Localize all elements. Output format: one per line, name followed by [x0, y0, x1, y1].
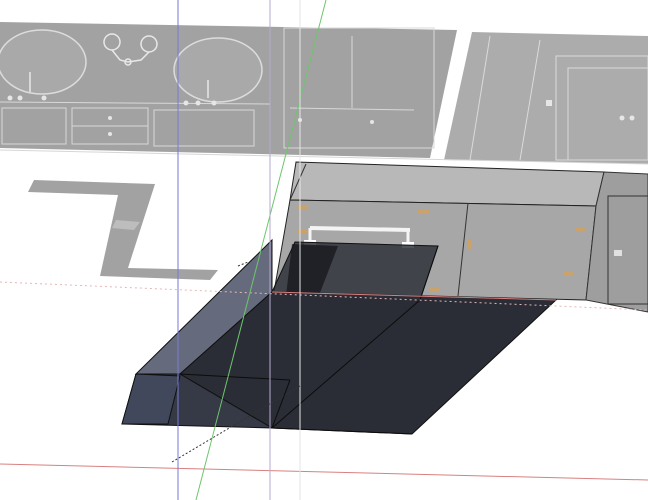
floor-shadow [28, 180, 218, 280]
sink-icon [0, 29, 87, 95]
shadow-icon [28, 180, 218, 280]
cabinet-top [289, 161, 605, 207]
door-elevation[interactable] [444, 32, 648, 164]
bar-icon [309, 226, 411, 232]
door-panel [444, 32, 648, 164]
vanity-elevation[interactable] [0, 22, 457, 158]
red-axis [0, 463, 648, 481]
sink-icon [173, 37, 263, 103]
modeling-viewport[interactable] [0, 0, 648, 500]
scene-canvas[interactable] [0, 0, 648, 500]
